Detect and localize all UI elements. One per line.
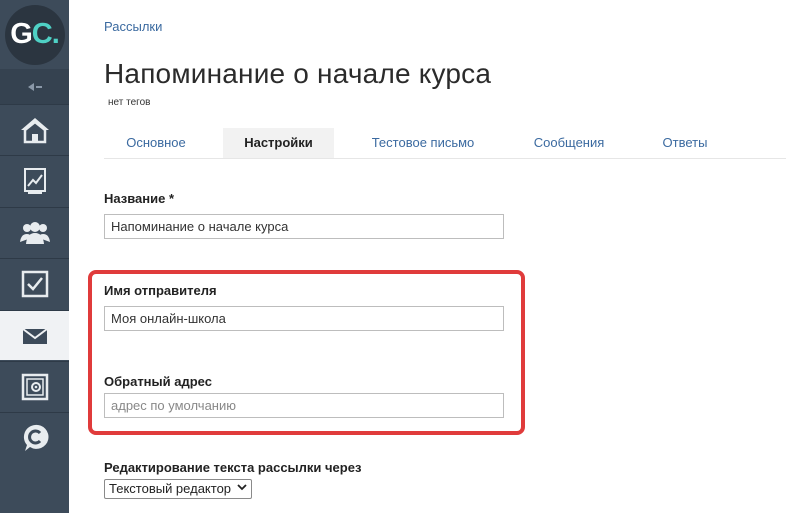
chat-icon (23, 424, 48, 451)
chevron-down-icon (237, 480, 247, 498)
tags-label[interactable]: нет тегов (108, 97, 150, 108)
safe-icon (21, 373, 48, 400)
collapse-sidebar-button[interactable] (0, 69, 69, 104)
tab-messages[interactable]: Сообщения (519, 128, 619, 158)
page-title: Напоминание о начале курса (104, 58, 492, 89)
logo[interactable]: G C. (0, 0, 69, 69)
collapse-arrow-icon (27, 82, 42, 91)
tab-general[interactable]: Основное (104, 128, 208, 158)
sidebar-item-tasks[interactable] (0, 258, 69, 308)
chart-icon (23, 167, 46, 194)
tab-settings[interactable]: Настройки (223, 128, 334, 158)
sender-name-input[interactable] (104, 306, 504, 331)
editor-label: Редактирование текста рассылки через (104, 460, 362, 475)
sidebar: G C. (0, 0, 69, 513)
logo-letter-c: C. (31, 18, 60, 50)
reply-address-label: Обратный адрес (104, 374, 212, 389)
editor-select-value: Текстовый редактор (109, 481, 232, 496)
editor-select[interactable]: Текстовый редактор (104, 479, 253, 499)
tab-bar: Основное Настройки Тестовое письмо Сообщ… (104, 128, 786, 159)
sidebar-item-safe[interactable] (0, 361, 69, 411)
sidebar-item-statistics[interactable] (0, 155, 69, 205)
envelope-icon (21, 327, 48, 344)
sender-name-label: Имя отправителя (104, 283, 217, 298)
sidebar-item-mailings[interactable] (0, 310, 69, 360)
tab-test-letter[interactable]: Тестовое письмо (355, 128, 491, 158)
breadcrumb-mailings[interactable]: Рассылки (104, 19, 162, 34)
name-label: Название * (104, 191, 175, 206)
home-icon (20, 117, 49, 143)
tab-replies[interactable]: Ответы (648, 128, 722, 158)
sidebar-footer (0, 460, 69, 513)
checkbox-icon (21, 270, 48, 297)
sidebar-item-home[interactable] (0, 104, 69, 154)
users-icon (19, 221, 50, 244)
sidebar-item-chat[interactable] (0, 412, 69, 462)
sidebar-item-users[interactable] (0, 207, 69, 257)
reply-address-input[interactable] (104, 393, 504, 418)
logo-mark: G C. (4, 4, 65, 65)
name-input[interactable] (104, 214, 504, 239)
logo-letter-g: G (10, 18, 33, 50)
